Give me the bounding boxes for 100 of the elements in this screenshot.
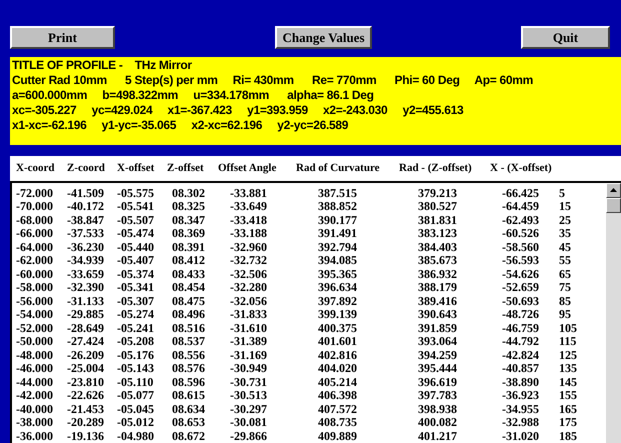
table-cell-text: 380.527 — [417, 200, 457, 214]
toolbar-button[interactable]: Change Values — [275, 26, 372, 49]
table-cell: -05.208 — [117, 335, 154, 348]
table-cell-text: 390.177 — [317, 214, 357, 227]
table-cell: -50.000 — [16, 335, 53, 348]
table-cell: 135 — [559, 362, 577, 376]
table-cell: -05.440 — [117, 240, 154, 254]
table-cell-text: -31.610 — [229, 322, 267, 335]
table-cell: -60.000 — [16, 268, 53, 281]
table-cell: -05.110 — [117, 376, 154, 389]
table-cell: -64.000 — [16, 240, 53, 254]
table-cell: -05.143 — [117, 362, 154, 376]
table-cell-text: 392.794 — [317, 240, 357, 254]
table-cell-text: -29.866 — [229, 430, 267, 443]
scroll-up-button[interactable] — [606, 182, 621, 198]
table-cell: -48.000 — [16, 348, 53, 362]
table-cell-text: -44.792 — [501, 335, 539, 348]
scroll-thumb[interactable] — [606, 198, 621, 212]
table-cell-text: 408.735 — [317, 416, 357, 430]
table-cell-text: 381.831 — [417, 214, 457, 227]
table-cell: 115 — [559, 335, 576, 348]
table-cell-text: -30.949 — [229, 362, 267, 376]
table-cell-text: -30.731 — [229, 376, 267, 389]
table-cell: 25 — [559, 214, 571, 227]
table-cell: 105 — [559, 322, 577, 335]
table-cell-text: 08.516 — [171, 322, 205, 335]
table-cell-text: 402.816 — [317, 348, 357, 362]
table-cell-text: 08.325 — [171, 200, 205, 214]
table-cell-text: 400.082 — [417, 416, 457, 430]
table-cell: 155 — [559, 389, 577, 402]
scrollbar[interactable] — [606, 182, 621, 443]
toolbar-button[interactable]: Quit — [521, 26, 610, 49]
table-cell-text: 404.020 — [317, 362, 357, 376]
table-cell: -05.241 — [117, 322, 154, 335]
table-cell: -29.885 — [67, 308, 104, 322]
table-cell-text: 08.302 — [171, 186, 205, 200]
table-cell-text: 08.475 — [171, 294, 205, 308]
table-cell: -40.000 — [16, 402, 53, 416]
table-cell: -05.374 — [117, 268, 154, 281]
table-cell-text: -66.425 — [501, 186, 539, 200]
table-cell-text: 08.347 — [171, 214, 205, 227]
column-header: Offset Angle — [218, 160, 276, 176]
table-cell: -20.289 — [67, 416, 104, 430]
table-cell-text: -50.693 — [501, 294, 539, 308]
table-cell: -46.000 — [16, 362, 53, 376]
table-cell-text: -31.389 — [229, 335, 267, 348]
table-cell: -05.274 — [117, 308, 154, 322]
table-cell-text: 397.783 — [417, 389, 457, 402]
table-cell-text: 389.416 — [417, 294, 457, 308]
table-cell-text: 08.537 — [171, 335, 205, 348]
table-cell-text: 08.576 — [171, 362, 205, 376]
table-cell-text: -40.857 — [501, 362, 539, 376]
table-cell: -56.000 — [16, 294, 53, 308]
table-cell-text: -32.506 — [229, 268, 267, 281]
table-cell-text: -48.726 — [501, 308, 539, 322]
table-cell-text: 379.213 — [417, 186, 457, 200]
table-cell-text: 405.214 — [317, 376, 357, 389]
table-cell-text: -36.923 — [501, 389, 539, 402]
table-cell: 15 — [559, 200, 571, 214]
table-cell: 65 — [559, 268, 571, 281]
table-cell-text: -30.081 — [229, 416, 267, 430]
table-cell: -70.000 — [16, 200, 53, 214]
table-cell: 55 — [559, 254, 571, 268]
table-cell-text: 386.932 — [417, 268, 457, 281]
table-cell-text: -54.626 — [501, 268, 539, 281]
table-cell-text: -38.890 — [501, 376, 539, 389]
table-cell-text: 395.444 — [417, 362, 457, 376]
table-cell: -21.453 — [67, 402, 104, 416]
table-cell: -58.000 — [16, 281, 53, 294]
table-cell-text: 385.673 — [417, 254, 457, 268]
table-cell-text: 08.615 — [171, 389, 205, 402]
table-cell: 165 — [559, 402, 577, 416]
table-cell: -19.136 — [67, 430, 104, 443]
table-cell-text: 08.391 — [171, 240, 205, 254]
table-cell: -72.000 — [16, 186, 53, 200]
toolbar-button[interactable]: Print — [10, 26, 115, 49]
table-cell-text: 08.496 — [171, 308, 205, 322]
table-cell: -42.000 — [16, 389, 53, 402]
table-cell-text: 400.375 — [317, 322, 357, 335]
table-cell-text: -46.759 — [501, 322, 539, 335]
table-cell: 35 — [559, 227, 571, 240]
table-cell: -05.341 — [117, 281, 154, 294]
table-cell-text: 08.433 — [171, 268, 205, 281]
table-cell-text: 390.643 — [417, 308, 457, 322]
table-cell-text: 391.491 — [317, 227, 357, 240]
table-cell: -05.474 — [117, 227, 154, 240]
table-cell: 85 — [559, 294, 571, 308]
column-header: Rad of Curvature — [296, 160, 380, 176]
table-cell-text: -52.659 — [501, 281, 539, 294]
table-cell-text: -31.169 — [229, 348, 267, 362]
table-cell: -37.533 — [67, 227, 104, 240]
table-cell-text: -64.459 — [501, 200, 539, 214]
table-cell-text: 08.412 — [171, 254, 205, 268]
table-cell-text: -31.833 — [229, 308, 267, 322]
table-cell: -52.000 — [16, 322, 53, 335]
table-cell-text: 394.085 — [317, 254, 357, 268]
table-cell: -31.133 — [67, 294, 104, 308]
table-cell: -28.649 — [67, 322, 104, 335]
table-cell: 75 — [559, 281, 571, 294]
table-cell: -68.000 — [16, 214, 53, 227]
